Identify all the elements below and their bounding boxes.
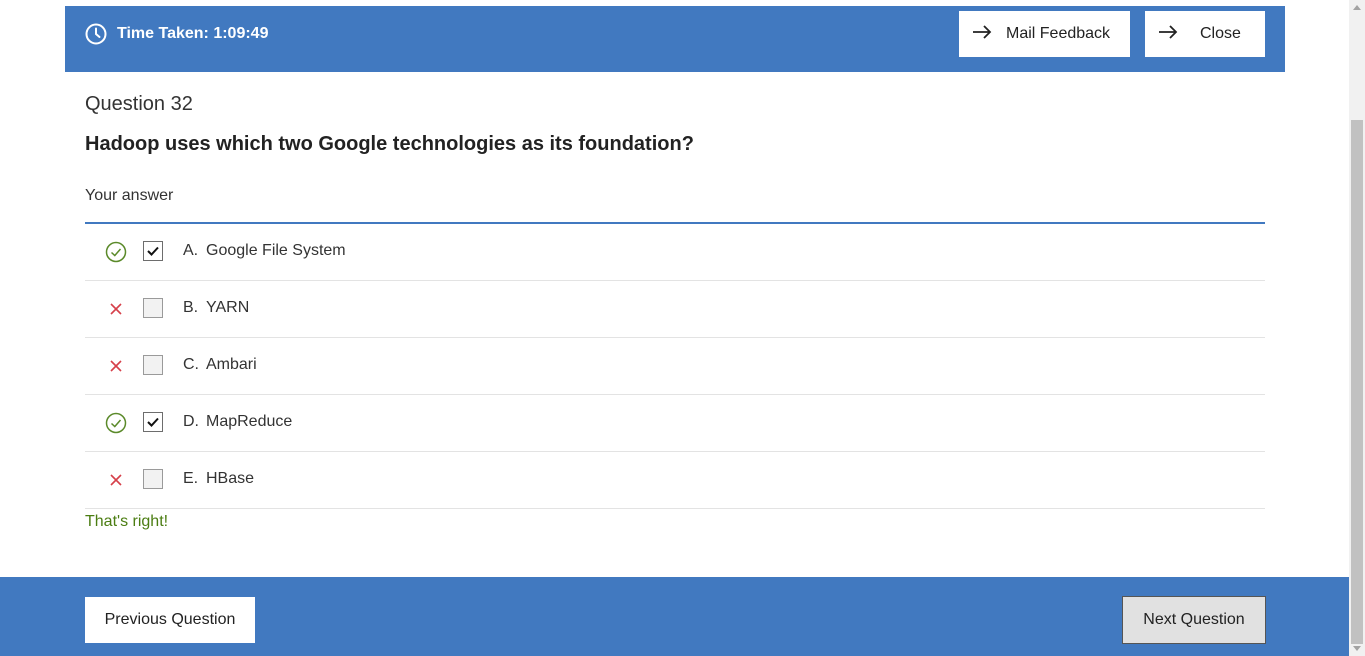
- previous-question-button[interactable]: Previous Question: [85, 597, 255, 643]
- question-text: Hadoop uses which two Google technologie…: [85, 133, 694, 155]
- option-checkbox[interactable]: [143, 412, 163, 432]
- option-text: HBase: [206, 470, 255, 487]
- mail-feedback-label: Mail Feedback: [1006, 25, 1111, 42]
- option-e[interactable]: E. HBase: [85, 452, 1265, 509]
- answer-options: A. Google File System B. YARN C. Ambari …: [85, 224, 1265, 509]
- option-letter: C.: [183, 356, 199, 373]
- option-checkbox[interactable]: [143, 298, 163, 318]
- check-circle-icon: [105, 412, 127, 434]
- header-bar: Time Taken: 1:09:49 Mail Feedback Close: [65, 6, 1285, 72]
- feedback-message: That's right!: [85, 513, 169, 530]
- option-letter: E.: [183, 470, 199, 487]
- mail-feedback-button[interactable]: Mail Feedback: [959, 11, 1130, 57]
- vertical-scrollbar[interactable]: [1349, 0, 1365, 656]
- timer: Time Taken: 1:09:49: [85, 22, 268, 46]
- check-circle-icon: [105, 241, 127, 263]
- option-c[interactable]: C. Ambari: [85, 338, 1265, 395]
- option-d[interactable]: D. MapReduce: [85, 395, 1265, 452]
- option-text: Ambari: [206, 356, 257, 373]
- arrow-right-icon: [972, 24, 992, 44]
- option-b[interactable]: B. YARN: [85, 281, 1265, 338]
- option-checkbox[interactable]: [143, 241, 163, 261]
- option-checkbox[interactable]: [143, 469, 163, 489]
- scroll-up-arrow-icon[interactable]: [1353, 5, 1361, 10]
- footer-bar: Previous Question Next Question: [0, 577, 1349, 656]
- arrow-right-icon: [1158, 24, 1178, 44]
- clock-icon: [85, 23, 107, 45]
- scroll-thumb[interactable]: [1351, 120, 1363, 644]
- option-text: Google File System: [206, 242, 346, 259]
- close-label: Close: [1200, 25, 1241, 42]
- option-a[interactable]: A. Google File System: [85, 224, 1265, 281]
- option-text: MapReduce: [206, 413, 293, 430]
- option-letter: D.: [183, 413, 199, 430]
- option-letter: B.: [183, 299, 199, 316]
- cross-icon: [105, 298, 127, 320]
- timer-text: Time Taken: 1:09:49: [117, 25, 269, 42]
- your-answer-label: Your answer: [85, 187, 174, 204]
- question-number: Question 32: [85, 93, 193, 115]
- cross-icon: [105, 469, 127, 491]
- cross-icon: [105, 355, 127, 377]
- close-button[interactable]: Close: [1145, 11, 1265, 57]
- option-checkbox[interactable]: [143, 355, 163, 375]
- option-letter: A.: [183, 242, 199, 259]
- scroll-down-arrow-icon[interactable]: [1353, 646, 1361, 651]
- option-text: YARN: [206, 299, 250, 316]
- next-question-button[interactable]: Next Question: [1122, 596, 1266, 644]
